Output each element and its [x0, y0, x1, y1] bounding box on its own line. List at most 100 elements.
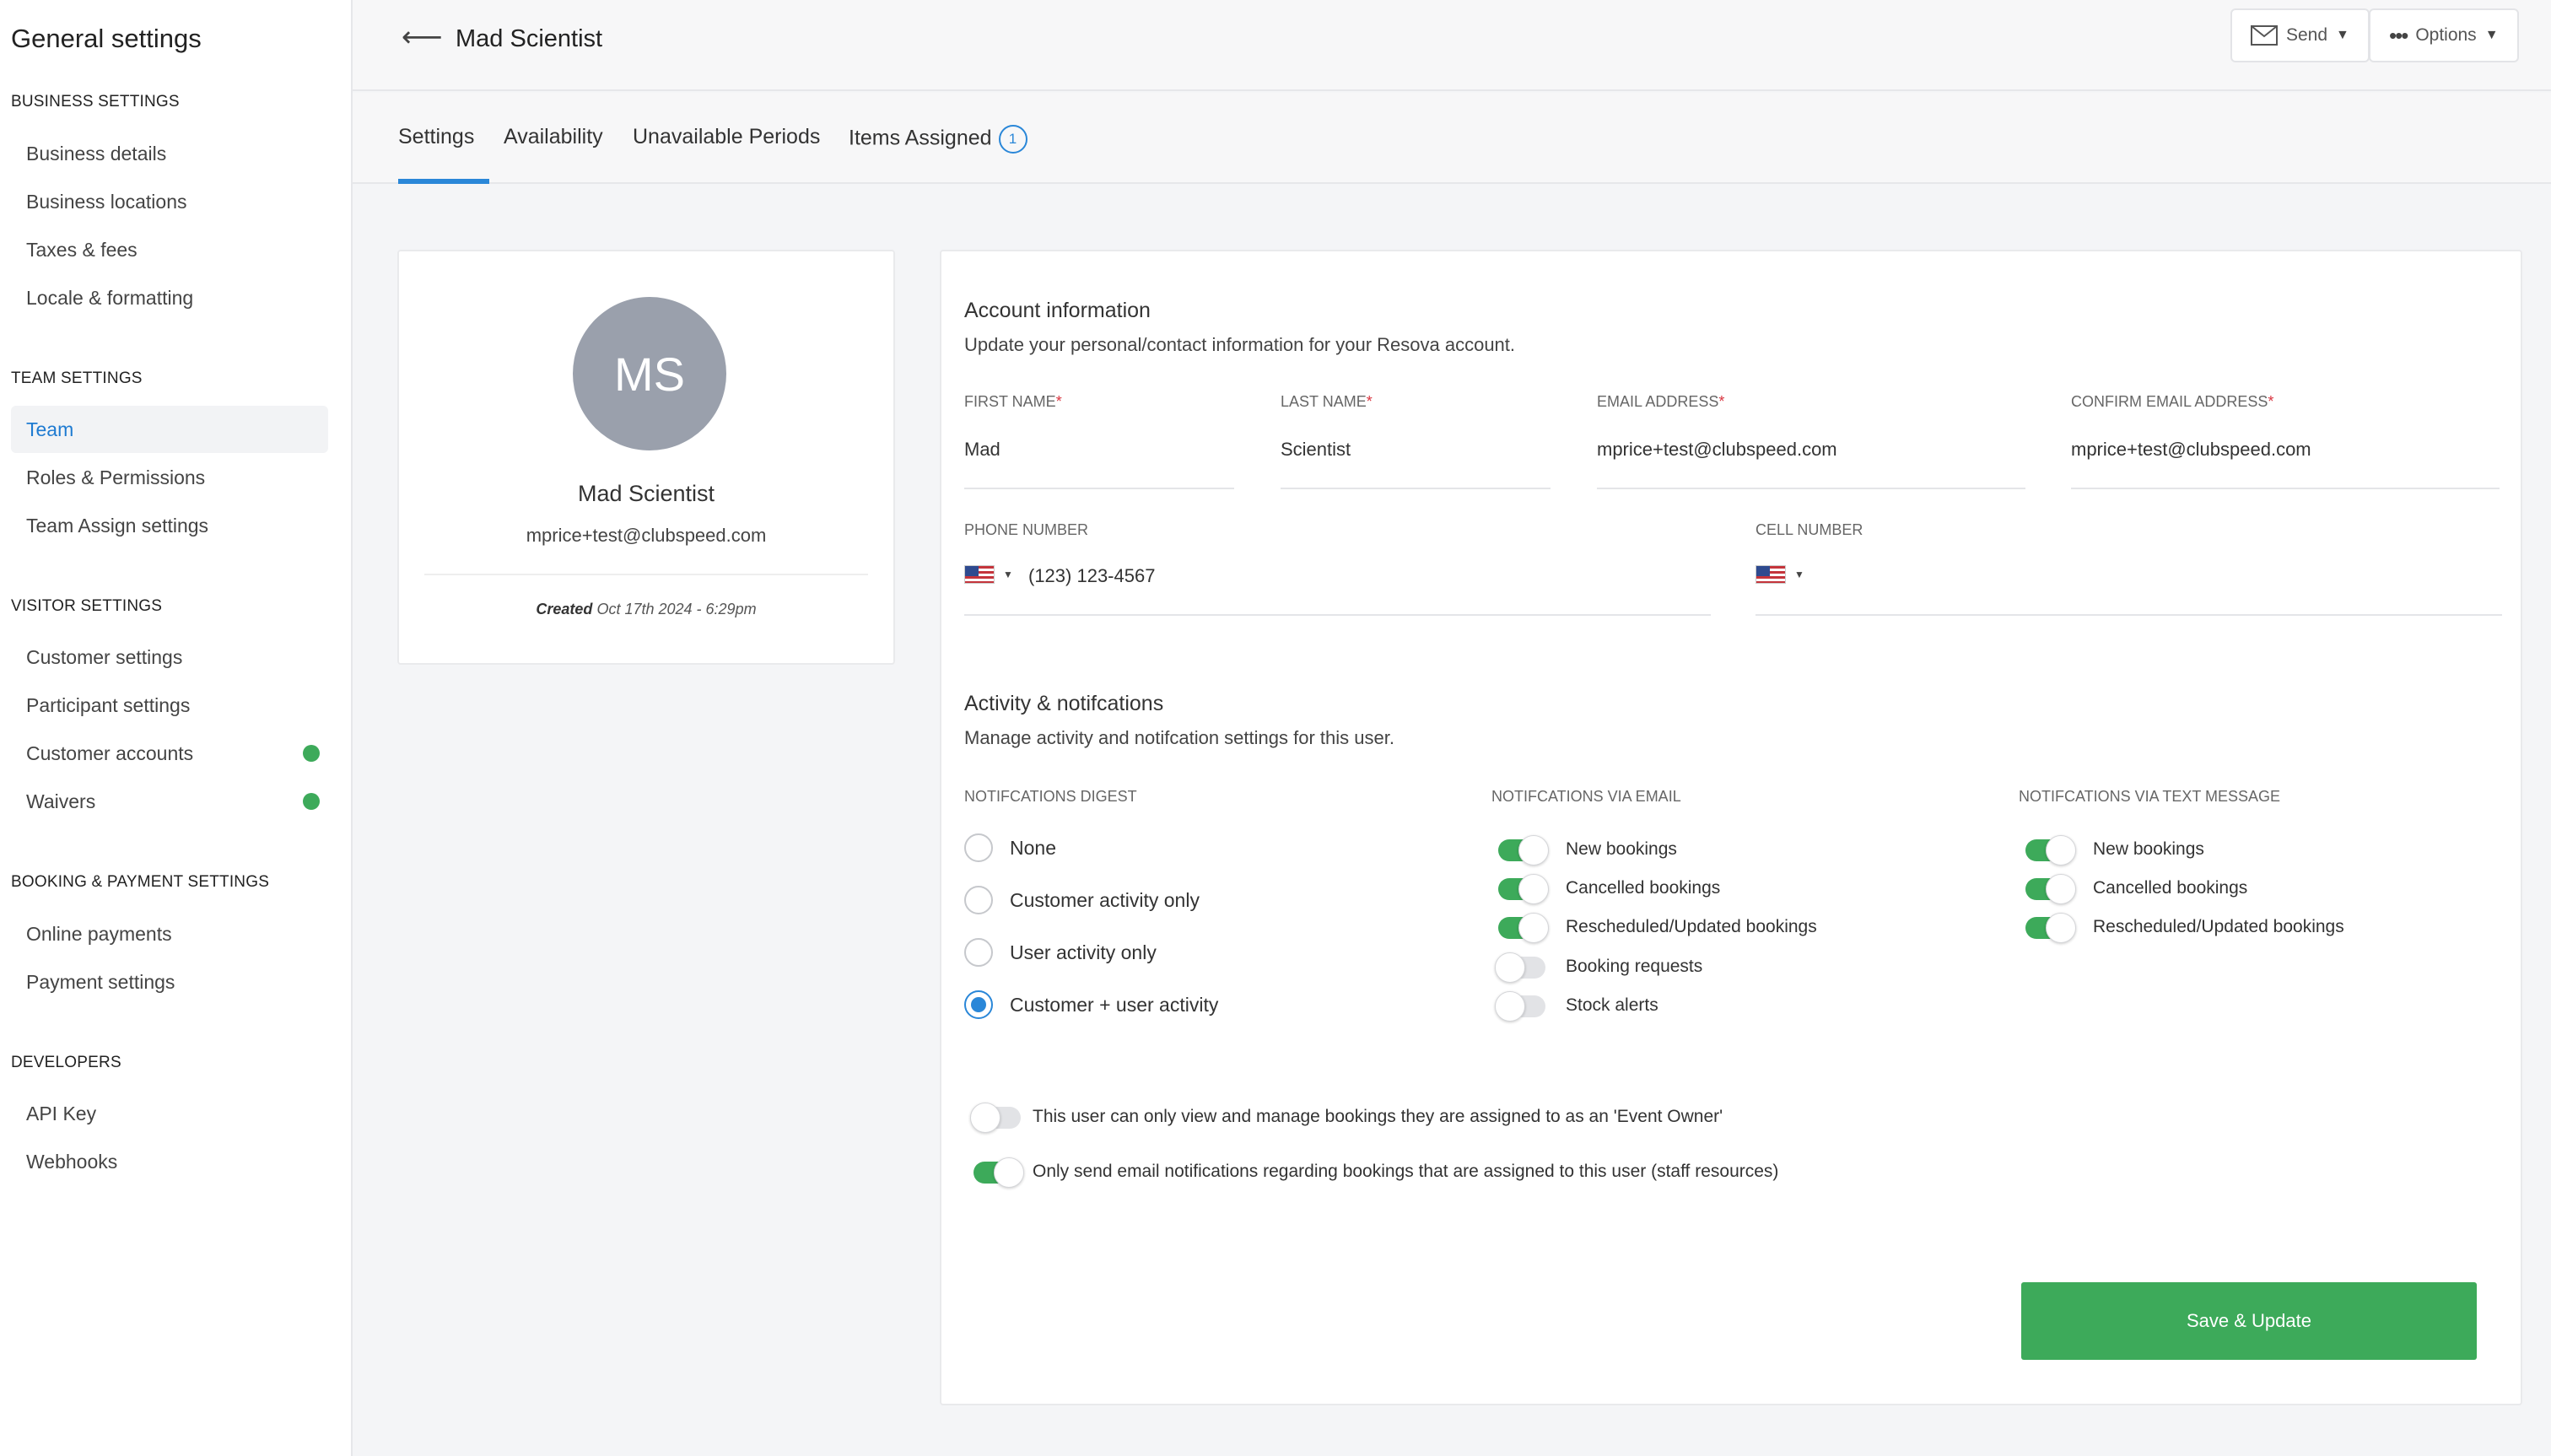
phone-country-select[interactable]: ▼ [964, 565, 1013, 584]
confirm-email-field[interactable]: mprice+test@clubspeed.com [2071, 439, 2500, 461]
count-badge: 1 [998, 125, 1027, 154]
section-heading-visitor: VISITOR SETTINGS [11, 597, 163, 615]
sidebar-item-waivers[interactable]: Waivers [11, 778, 328, 825]
toggle-label: Rescheduled/Updated bookings [2093, 917, 2344, 936]
cell-label: CELL NUMBER [1755, 521, 1863, 538]
sidebar-item-api-key[interactable]: API Key [11, 1090, 328, 1137]
sidebar-item-team[interactable]: Team [11, 406, 328, 453]
tab-unavailable-periods[interactable]: Unavailable Periods [633, 125, 820, 184]
toggle-switch[interactable] [2025, 913, 2076, 943]
email-toggle-rescheduled-bookings[interactable]: Rescheduled/Updated bookings [1498, 913, 1971, 944]
profile-name: Mad Scientist [577, 481, 715, 506]
digest-option-user[interactable]: User activity only [964, 938, 1386, 972]
toggle-label: New bookings [2093, 839, 2204, 859]
digest-label: NOTIFCATIONS DIGEST [964, 788, 1137, 805]
digest-option-customer-user[interactable]: Customer + user activity [964, 990, 1386, 1024]
sidebar-item-webhooks[interactable]: Webhooks [11, 1138, 328, 1185]
toggle-label: Only send email notifications regarding … [1033, 1162, 1779, 1181]
field-underline [1755, 614, 2502, 616]
radio-label: None [1010, 837, 1056, 859]
sidebar-item-online-payments[interactable]: Online payments [11, 910, 328, 957]
sidebar-item-business-locations[interactable]: Business locations [11, 178, 328, 225]
email-label: EMAIL ADDRESS* [1597, 393, 1725, 410]
options-button[interactable]: ••• Options ▼ [2369, 8, 2519, 62]
caret-down-icon: ▼ [1003, 569, 1013, 580]
phone-label: PHONE NUMBER [964, 521, 1089, 538]
toggle-switch[interactable] [2025, 835, 2076, 866]
sidebar-item-team-assign-settings[interactable]: Team Assign settings [11, 502, 328, 549]
email-toggle-booking-requests[interactable]: Booking requests [1495, 952, 1971, 984]
caret-down-icon: ▼ [2336, 28, 2349, 42]
toggle-label: Cancelled bookings [2093, 878, 2248, 898]
text-notifications-label: NOTIFCATIONS VIA TEXT MESSAGE [2019, 788, 2281, 805]
staff-only-toggle-row[interactable]: Only send email notifications regarding … [973, 1157, 2155, 1189]
radio-button[interactable] [964, 938, 993, 967]
text-toggle-rescheduled-bookings[interactable]: Rescheduled/Updated bookings [2025, 913, 2498, 944]
avatar: MS [573, 297, 726, 450]
sidebar-item-payment-settings[interactable]: Payment settings [11, 958, 328, 1006]
section-heading-team: TEAM SETTINGS [11, 369, 143, 387]
sidebar-item-taxes-fees[interactable]: Taxes & fees [11, 226, 328, 273]
sidebar-item-label: Customer accounts [26, 741, 194, 764]
toggle-label: Stock alerts [1566, 995, 1658, 1015]
tab-items-assigned[interactable]: Items Assigned 1 [849, 125, 1027, 184]
toggle-switch[interactable] [1498, 913, 1549, 943]
activity-section-title: Activity & notifcations [964, 692, 1164, 715]
arrow-left-icon[interactable]: ⟵ [402, 20, 443, 54]
sidebar-item-business-details[interactable]: Business details [11, 130, 328, 177]
field-underline [964, 614, 1711, 616]
text-toggle-new-bookings[interactable]: New bookings [2025, 835, 2498, 866]
caret-down-icon: ▼ [2484, 28, 2499, 42]
email-toggle-new-bookings[interactable]: New bookings [1498, 835, 1971, 866]
field-underline [1597, 488, 2025, 489]
sidebar-item-participant-settings[interactable]: Participant settings [11, 682, 328, 729]
status-dot [303, 793, 320, 810]
tab-availability[interactable]: Availability [504, 125, 603, 184]
settings-card: Account information Update your personal… [940, 250, 2522, 1405]
radio-label: Customer activity only [1010, 889, 1200, 911]
email-toggle-stock-alerts[interactable]: Stock alerts [1495, 991, 1971, 1022]
account-section-title: Account information [964, 299, 1151, 322]
cell-country-select[interactable]: ▼ [1755, 565, 1804, 584]
sidebar-item-roles-permissions[interactable]: Roles & Permissions [11, 454, 328, 501]
toggle-switch[interactable] [1495, 991, 1545, 1022]
email-field[interactable]: mprice+test@clubspeed.com [1597, 439, 2025, 461]
radio-button[interactable] [964, 833, 993, 862]
toggle-switch[interactable] [1495, 952, 1545, 983]
sidebar-title: General settings [11, 24, 202, 53]
first-name-field[interactable]: Mad [964, 439, 1234, 461]
digest-option-customer[interactable]: Customer activity only [964, 886, 1386, 919]
section-heading-business: BUSINESS SETTINGS [11, 93, 180, 111]
save-update-button[interactable]: Save & Update [2021, 1282, 2477, 1360]
status-dot [303, 745, 320, 762]
envelope-icon [2251, 25, 2278, 46]
sidebar-item-customer-settings[interactable]: Customer settings [11, 634, 328, 681]
tab-settings[interactable]: Settings [398, 125, 490, 184]
toggle-switch[interactable] [970, 1103, 1021, 1133]
send-button[interactable]: Send ▼ [2230, 8, 2370, 62]
email-toggle-cancelled-bookings[interactable]: Cancelled bookings [1498, 874, 1971, 905]
us-flag-icon [964, 565, 995, 584]
event-owner-toggle-row[interactable]: This user can only view and manage booki… [970, 1103, 2155, 1134]
toggle-switch[interactable] [973, 1157, 1024, 1188]
caret-down-icon: ▼ [1794, 569, 1804, 580]
activity-section-subtitle: Manage activity and notifcation settings… [964, 727, 1394, 748]
toggle-switch[interactable] [1498, 835, 1549, 866]
text-toggle-cancelled-bookings[interactable]: Cancelled bookings [2025, 874, 2498, 905]
toggle-switch[interactable] [2025, 874, 2076, 904]
field-underline [2071, 488, 2500, 489]
profile-card: MS Mad Scientist mprice+test@clubspeed.c… [397, 250, 895, 665]
sidebar-item-locale-formatting[interactable]: Locale & formatting [11, 274, 328, 321]
digest-option-none[interactable]: None [964, 833, 1386, 867]
toggle-switch[interactable] [1498, 874, 1549, 904]
radio-button[interactable] [964, 990, 993, 1019]
radio-button[interactable] [964, 886, 993, 914]
tab-label: Items Assigned [849, 126, 992, 150]
page-header: ⟵ Mad Scientist Send ▼ ••• Options ▼ [353, 0, 2551, 91]
last-name-field[interactable]: Scientist [1281, 439, 1551, 461]
sidebar-item-label: Waivers [26, 790, 96, 812]
toggle-label: Cancelled bookings [1566, 878, 1721, 898]
sidebar-item-customer-accounts[interactable]: Customer accounts [11, 730, 328, 777]
radio-label: User activity only [1010, 941, 1157, 963]
phone-field[interactable]: (123) 123-4567 [1028, 565, 1450, 587]
